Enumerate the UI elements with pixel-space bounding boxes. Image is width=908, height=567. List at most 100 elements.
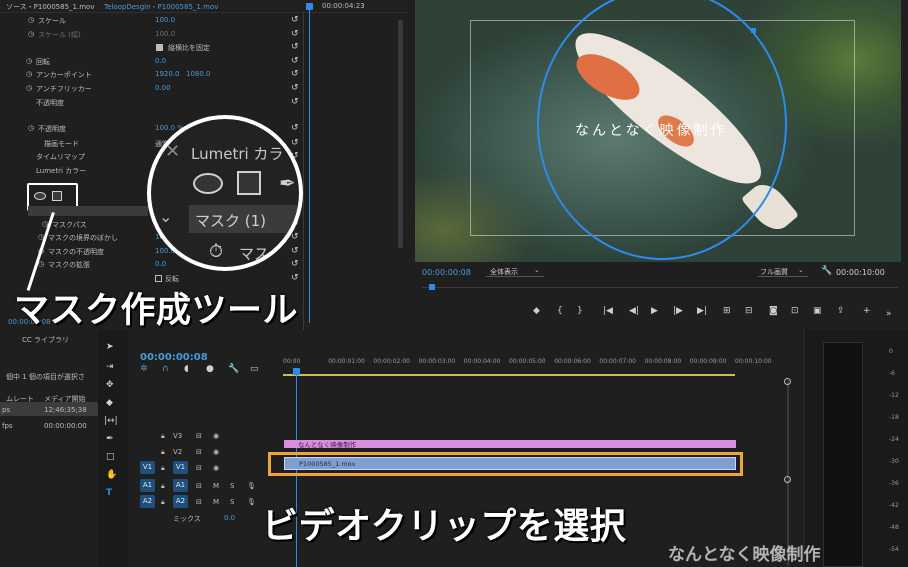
step-back-icon[interactable]: ◀| — [629, 306, 639, 316]
reset-icon[interactable]: ↺ — [291, 232, 299, 242]
eye-icon[interactable]: ◉ — [213, 432, 219, 440]
ellipse-mask-icon[interactable] — [34, 192, 46, 200]
ripple-edit-icon[interactable]: ✥ — [106, 380, 114, 390]
overwrite-icon[interactable]: ⊟ — [745, 306, 753, 316]
track-label[interactable]: A2 — [173, 495, 188, 508]
sync-lock-icon[interactable]: ⊟ — [196, 432, 202, 440]
effect-row-value[interactable]: 0.0 — [155, 57, 166, 65]
timeline-ruler[interactable]: 00:00 00:00:01:00 00:00:02:00 00:00:03:00 00… — [283, 358, 772, 372]
zoom-stopwatch-icon[interactable]: ⏱ — [209, 241, 223, 262]
stopwatch-icon[interactable]: ◷ — [26, 70, 32, 78]
hand-icon[interactable]: ✋ — [106, 470, 117, 480]
timeline-timecode[interactable]: 00:00:00:08 — [140, 352, 208, 363]
stopwatch-icon[interactable]: ◷ — [28, 16, 34, 24]
reset-icon[interactable]: ↺ — [291, 246, 299, 256]
stopwatch-icon[interactable]: ◷ — [26, 84, 32, 92]
zoom-pen-icon[interactable]: ✒ — [279, 171, 296, 195]
program-timecode[interactable]: 00:00:00:08 — [422, 268, 471, 277]
scroll-bar[interactable] — [398, 20, 403, 248]
reset-icon[interactable]: ↺ — [291, 97, 299, 107]
stopwatch-icon[interactable]: ◷ — [28, 30, 34, 38]
marker-icon[interactable]: ◆ — [533, 306, 540, 316]
track-label[interactable]: V1 — [173, 461, 188, 474]
mask-row-highlight[interactable] — [28, 206, 148, 216]
pen-icon[interactable]: ✒ — [106, 434, 114, 444]
clip-tab[interactable]: TeloopDesgin・P1000585_1.mov — [104, 2, 218, 12]
reset-icon[interactable]: ↺ — [291, 69, 299, 79]
vertical-scroll-top-handle[interactable] — [784, 378, 791, 385]
effect-row-value[interactable]: 0.00 — [155, 84, 171, 92]
zoom-ellipse-mask-icon[interactable] — [193, 173, 223, 194]
lock-aspect-checkbox[interactable] — [156, 44, 163, 51]
source-patch-audio[interactable]: A2 — [140, 495, 155, 508]
fit-dropdown[interactable]: 全体表示 ⌄ — [486, 266, 544, 277]
marker-icon[interactable]: ● — [206, 364, 214, 374]
play-icon[interactable]: ▶ — [651, 306, 658, 316]
reset-icon[interactable]: ↺ — [291, 83, 299, 93]
razor-icon[interactable]: ◆ — [106, 398, 113, 408]
vertical-scroll-bottom-handle[interactable] — [784, 476, 791, 483]
mini-playhead-handle[interactable] — [306, 3, 313, 10]
insert-icon[interactable]: ⊞ — [723, 306, 731, 316]
panel-menu-icon[interactable]: » — [886, 309, 892, 319]
voiceover-mic-icon[interactable]: 🎙︎ — [247, 482, 256, 490]
sync-lock-icon[interactable]: ⊟ — [196, 464, 202, 472]
reset-icon[interactable]: ↺ — [291, 123, 299, 133]
mix-value[interactable]: 0.0 — [224, 514, 235, 522]
export-frame-icon[interactable]: ⇪ — [837, 306, 845, 316]
track-label[interactable]: V3 — [173, 432, 182, 440]
solo-button[interactable]: S — [230, 482, 234, 490]
mini-playhead[interactable] — [309, 3, 310, 323]
add-button-icon[interactable]: + — [863, 306, 871, 316]
vr-icon[interactable]: ⊡ — [791, 306, 799, 316]
mask-handle-top[interactable] — [751, 28, 756, 33]
work-area-bar[interactable] — [283, 374, 735, 376]
lock-icon[interactable]: 🔒︎ — [161, 432, 165, 441]
snap-icon[interactable]: ✲ — [140, 364, 148, 374]
track-select-icon[interactable]: ⇥ — [106, 362, 114, 372]
reset-icon[interactable]: ↺ — [291, 259, 299, 269]
go-to-out-icon[interactable]: ▶| — [697, 306, 707, 316]
camera-icon[interactable]: ◙ — [769, 306, 778, 316]
eye-icon[interactable]: ◉ — [213, 464, 219, 472]
sync-lock-icon[interactable]: ⊟ — [196, 448, 202, 456]
sync-lock-icon[interactable]: ⊟ — [196, 482, 202, 490]
selection-tool-icon[interactable]: ➤ — [106, 342, 114, 352]
cc-libraries-tab[interactable]: CC ライブラリ — [22, 335, 69, 345]
effect-row-value[interactable]: 100.0 — [155, 16, 175, 24]
title-clip[interactable]: なんとなく映像制作 — [284, 440, 736, 449]
lock-icon[interactable]: 🔒︎ — [161, 464, 165, 473]
mute-button[interactable]: M — [213, 482, 219, 490]
eye-icon[interactable]: ◉ — [213, 448, 219, 456]
voiceover-mic-icon[interactable]: 🎙︎ — [247, 498, 256, 506]
mark-in-icon[interactable]: { — [557, 306, 563, 316]
timeline-playhead-handle[interactable] — [293, 368, 300, 375]
effect-row-value-2[interactable]: 1080.0 — [186, 70, 211, 78]
effect-row-value[interactable]: 0.0 — [155, 260, 166, 268]
program-scrub-handle[interactable] — [429, 284, 435, 290]
source-patch-v1[interactable]: V1 — [140, 461, 155, 474]
effect-row-value[interactable]: 100.0 — [155, 30, 175, 38]
go-to-in-icon[interactable]: |◀ — [603, 306, 613, 316]
step-forward-icon[interactable]: |▶ — [673, 306, 683, 316]
rectangle-icon[interactable]: □ — [106, 452, 115, 462]
reset-icon[interactable]: ↺ — [291, 56, 299, 66]
rectangle-mask-icon[interactable] — [52, 191, 62, 201]
slip-icon[interactable]: |↔| — [104, 416, 118, 426]
invert-checkbox[interactable] — [155, 275, 162, 282]
program-scrub-bar[interactable] — [422, 287, 898, 288]
effect-row-value[interactable]: 1920.0 — [155, 70, 180, 78]
reset-icon[interactable]: ↺ — [291, 15, 299, 25]
lock-icon[interactable]: 🔒︎ — [161, 448, 165, 457]
quality-dropdown[interactable]: フル画質 ⌄ — [758, 266, 808, 277]
sync-lock-icon[interactable]: ⊟ — [196, 498, 202, 506]
linked-selection-icon[interactable]: ∩ — [162, 364, 169, 374]
settings-wrench-icon[interactable]: 🔧 — [228, 364, 239, 374]
mark-out-icon[interactable]: } — [577, 306, 583, 316]
add-marker-icon[interactable]: ◖ — [184, 364, 189, 374]
mute-button[interactable]: M — [213, 498, 219, 506]
vertical-scroll-bar[interactable] — [787, 380, 789, 566]
wrench-icon[interactable]: 🔧 — [821, 266, 832, 276]
zoom-rectangle-mask-icon[interactable] — [237, 171, 261, 195]
reset-icon[interactable]: ↺ — [291, 42, 299, 52]
